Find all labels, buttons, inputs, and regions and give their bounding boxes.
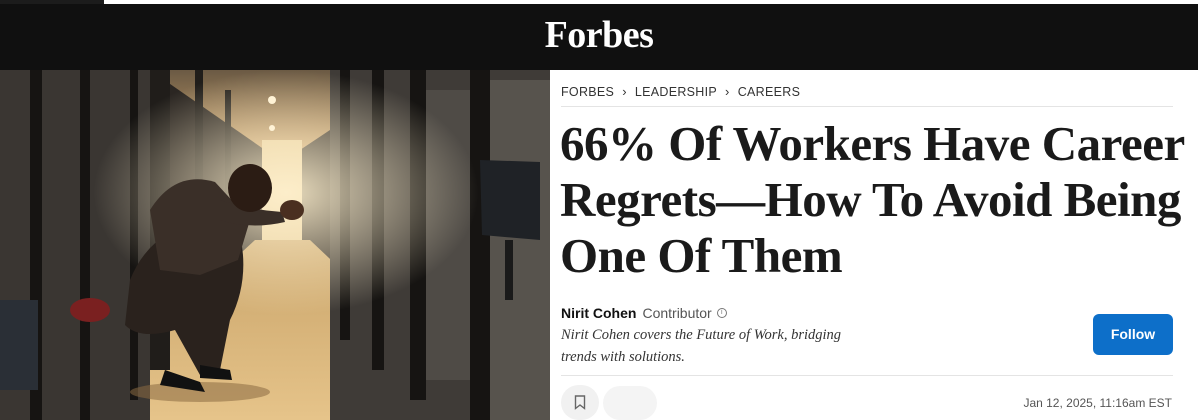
forbes-logo[interactable]: Forbes bbox=[0, 12, 1198, 58]
author-role: Contributor bbox=[642, 305, 712, 321]
article-hero-image bbox=[0, 70, 550, 420]
publish-date: Jan 12, 2025, 11:16am EST bbox=[1023, 396, 1172, 410]
breadcrumb-item-leadership[interactable]: LEADERSHIP bbox=[635, 85, 717, 99]
bookmark-button[interactable] bbox=[561, 385, 599, 420]
breadcrumb: FORBES › LEADERSHIP › CAREERS bbox=[561, 84, 800, 99]
chevron-right-icon: › bbox=[725, 84, 730, 99]
divider bbox=[561, 375, 1173, 376]
author-bio: Nirit Cohen covers the Future of Work, b… bbox=[561, 324, 891, 368]
article-headline: 66% Of Workers Have Career Regrets—How T… bbox=[560, 116, 1184, 283]
site-header: Forbes bbox=[0, 0, 1198, 70]
chevron-right-icon: › bbox=[622, 84, 627, 99]
share-button[interactable] bbox=[603, 386, 657, 420]
author-bio-line: trends with solutions. bbox=[561, 349, 685, 365]
divider bbox=[561, 106, 1173, 107]
follow-button[interactable]: Follow bbox=[1093, 314, 1173, 355]
bookmark-icon bbox=[574, 395, 586, 410]
author-byline: Nirit Cohen Contributor i bbox=[561, 305, 727, 321]
breadcrumb-item-forbes[interactable]: FORBES bbox=[561, 85, 614, 99]
breadcrumb-item-careers[interactable]: CAREERS bbox=[738, 85, 801, 99]
author-bio-line: Nirit Cohen covers the Future of Work, b… bbox=[561, 327, 842, 343]
author-name[interactable]: Nirit Cohen bbox=[561, 305, 636, 321]
article-header-panel: FORBES › LEADERSHIP › CAREERS 66% Of Wor… bbox=[550, 70, 1198, 420]
hero-image-illustration bbox=[0, 70, 550, 420]
header-strip bbox=[0, 0, 104, 4]
info-icon[interactable]: i bbox=[716, 308, 727, 318]
header-top-line bbox=[104, 0, 1198, 4]
